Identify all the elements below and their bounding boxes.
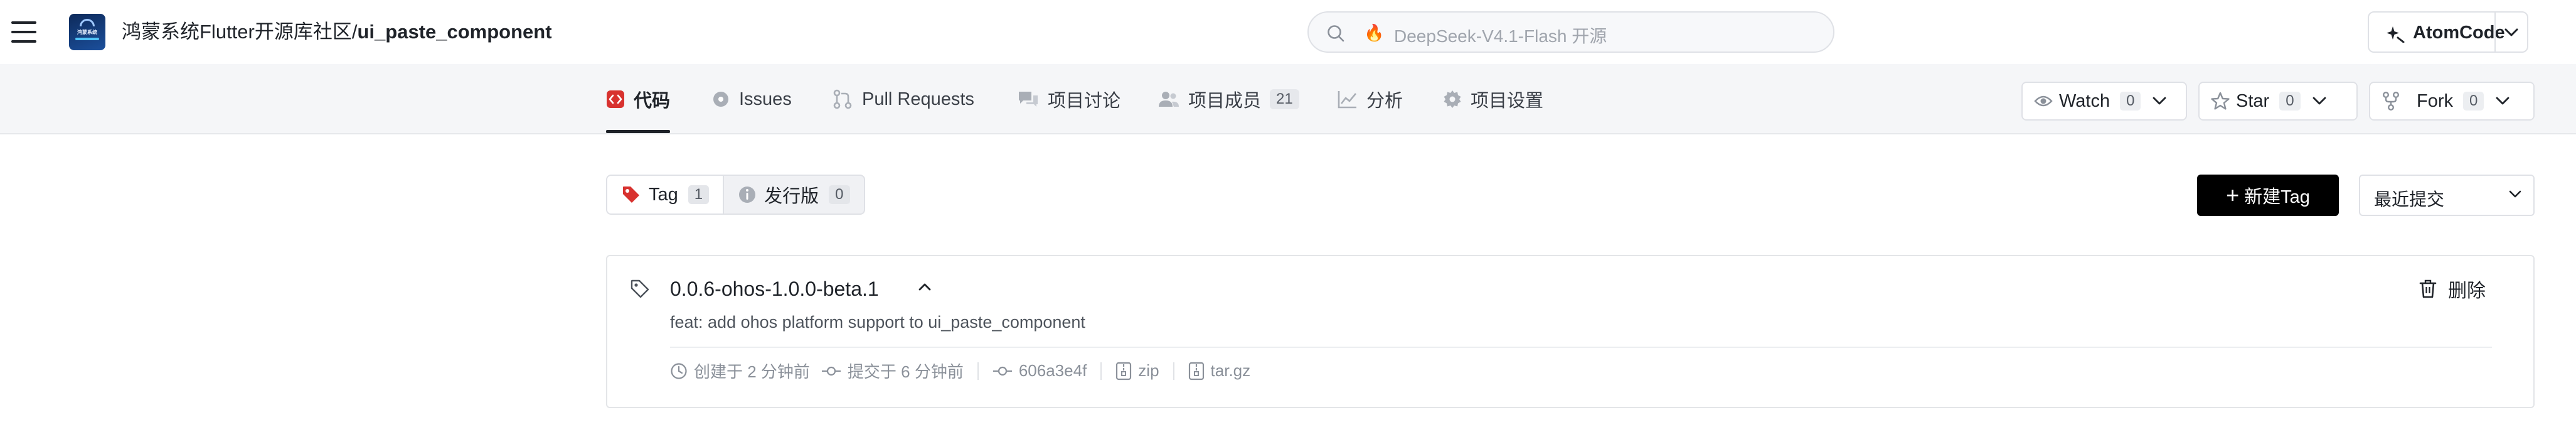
sort-dropdown[interactable]: 最近提交 [2359,175,2535,216]
members-count-badge: 21 [1270,89,1299,109]
commit-icon [993,366,1012,376]
delete-tag-button[interactable]: 删除 [2419,275,2486,303]
commit-sha: 606a3e4f [1018,361,1087,380]
tag-release-switcher: Tag 1 发行版 0 [606,175,865,215]
fork-count: 0 [2463,92,2484,111]
meta-divider [1100,362,1102,380]
plus-icon: + [2226,182,2240,208]
repo-name-link[interactable]: ui_paste_component [357,21,551,43]
repo-tab-bar: 代码 Issues Pull Requests 项目讨论 项目成员 21 分析 [0,64,2576,134]
members-icon [1158,90,1179,109]
settings-gear-icon [1443,90,1462,109]
archive-file-icon [1116,362,1132,380]
tag-list-item: 0.0.6-ohos-1.0.0-beta.1 feat: add ohos p… [606,255,2535,408]
repo-logo[interactable]: 鸿蒙系统 [69,14,105,50]
tag-tab-label: Tag [649,184,678,205]
search-placeholder: DeepSeek-V4.1-Flash 开源 [1394,26,1607,46]
tab-discussions[interactable]: 项目讨论 [1018,64,1120,134]
delete-label: 删除 [2448,281,2486,301]
fork-button[interactable]: Fork 0 [2369,82,2535,121]
chevron-up-icon[interactable] [917,281,932,293]
watch-button[interactable]: Watch 0 [2021,82,2187,121]
logo-bar-shape [75,38,99,40]
search-icon [1326,24,1345,43]
fire-icon: 🔥 [1364,23,1385,42]
tab-label: 分析 [1366,91,1403,111]
tag-message: feat: add ohos platform support to ui_pa… [670,313,1085,332]
fork-icon [2382,91,2400,111]
atomcode-button[interactable]: AtomCode [2368,11,2528,53]
tab-issues[interactable]: Issues [711,64,792,134]
targz-label: tar.gz [1210,361,1251,380]
repo-breadcrumb: 鸿蒙系统Flutter开源库社区/ui_paste_component [122,19,552,45]
star-button[interactable]: Star 0 [2198,82,2358,121]
top-navigation-bar: 鸿蒙系统 鸿蒙系统Flutter开源库社区/ui_paste_component… [0,0,2576,64]
commit-icon [821,366,841,376]
org-name-link[interactable]: 鸿蒙系统Flutter开源库社区 [122,21,352,43]
meta-divider [1173,362,1174,380]
tab-code[interactable]: 代码 [606,64,671,134]
tag-meta-row: 创建于 2 分钟前 提交于 6 分钟前 606a3e4f zip tar.gz [670,359,1250,382]
created-time: 创建于 2 分钟前 [670,359,810,382]
tab-label: 项目讨论 [1048,91,1121,111]
meta-divider [977,362,979,380]
committed-time: 提交于 6 分钟前 [821,359,964,382]
tab-pull-requests[interactable]: Pull Requests [832,64,974,134]
tag-icon [621,185,641,205]
tab-label: Issues [739,89,792,109]
star-icon [2211,92,2230,111]
tag-count: 1 [688,185,710,204]
tab-label: 代码 [634,91,671,111]
fork-label: Fork [2417,90,2453,111]
download-targz-link[interactable]: tar.gz [1188,361,1251,381]
watch-count: 0 [2120,92,2141,111]
sparkle-icon [2387,25,2405,43]
tab-members[interactable]: 项目成员 21 [1158,64,1299,134]
zip-label: zip [1138,361,1159,380]
tab-analytics[interactable]: 分析 [1338,64,1403,134]
created-text: 创建于 2 分钟前 [694,362,810,381]
global-search-box[interactable]: 🔥 DeepSeek-V4.1-Flash 开源 [1307,11,1834,53]
new-tag-label: 新建Tag [2244,187,2310,207]
chevron-down-icon [2508,190,2522,200]
card-divider [670,347,2492,348]
release-count: 0 [829,185,850,204]
commit-sha-link[interactable]: 606a3e4f [993,361,1087,381]
tab-label: 项目成员 [1188,91,1262,111]
committed-text: 提交于 6 分钟前 [847,362,964,381]
watch-label: Watch [2059,90,2110,111]
analytics-icon [1338,90,1358,109]
pull-request-icon [832,89,853,110]
info-icon [738,185,757,204]
issues-icon [711,90,730,109]
eye-icon [2034,94,2053,109]
tag-tab[interactable]: Tag 1 [607,176,725,214]
logo-arc-shape [80,19,95,26]
new-tag-button[interactable]: + 新建Tag [2197,175,2339,216]
tab-label: Pull Requests [862,89,974,109]
star-count: 0 [2279,92,2301,111]
tag-name-link[interactable]: 0.0.6-ohos-1.0.0-beta.1 [670,278,879,301]
atomcode-divider [2494,13,2496,51]
discussion-icon [1018,90,1039,109]
star-label: Star [2236,90,2270,111]
chevron-down-icon [2152,95,2167,107]
trash-icon [2419,279,2437,298]
chevron-down-icon [2495,95,2510,107]
release-tab-label: 发行版 [764,186,819,207]
atomcode-label: AtomCode [2413,23,2505,43]
chevron-down-icon [2312,95,2327,107]
code-icon [606,90,625,109]
menu-icon[interactable] [11,19,38,45]
archive-file-icon [1188,362,1204,380]
chevron-down-icon[interactable] [2503,26,2520,39]
clock-icon [671,362,687,379]
tab-settings[interactable]: 项目设置 [1443,64,1543,134]
logo-text: 鸿蒙系统 [77,30,97,35]
tab-label: 项目设置 [1471,91,1544,111]
download-zip-link[interactable]: zip [1115,361,1159,381]
release-tab[interactable]: 发行版 0 [724,176,863,214]
tag-outline-icon [630,279,650,299]
sort-selected-value: 最近提交 [2374,190,2445,209]
